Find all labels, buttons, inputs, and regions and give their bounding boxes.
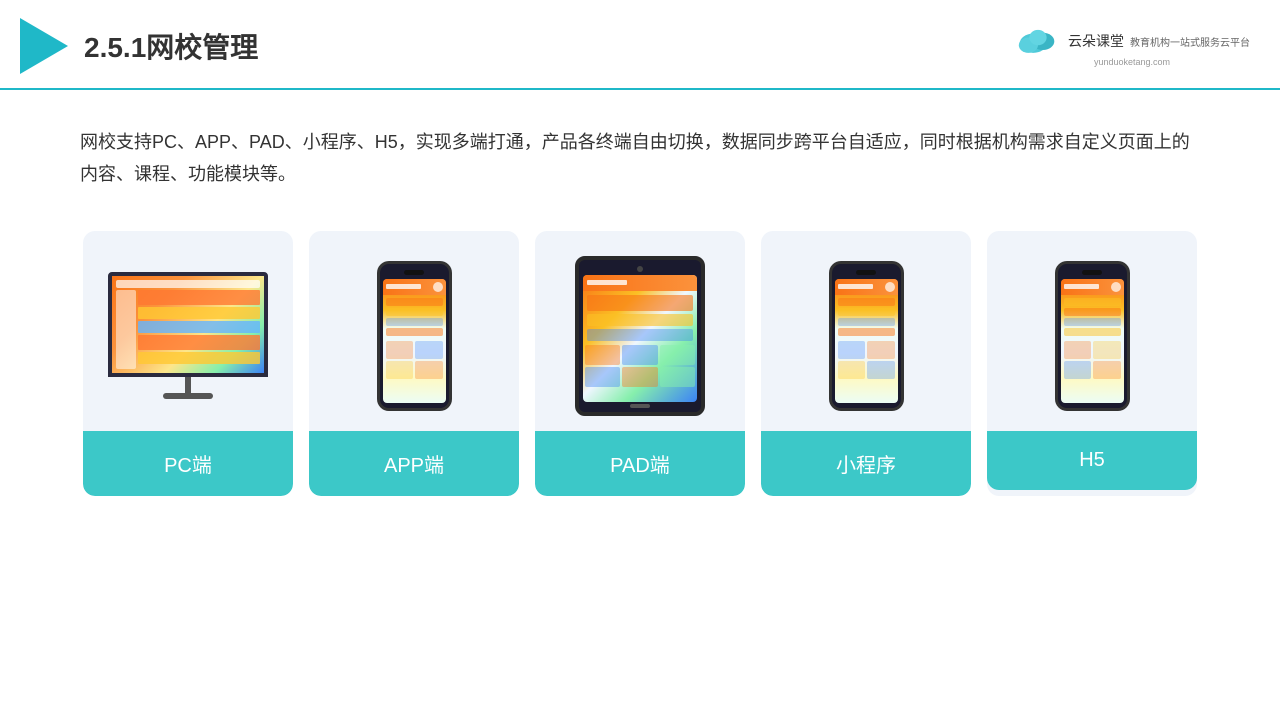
card-h5[interactable]: H5: [987, 231, 1197, 496]
card-app[interactable]: APP端: [309, 231, 519, 496]
cards-container: PC端: [0, 211, 1280, 516]
header: 2.5.1网校管理 云朵课堂 教育机构一站式服务云平台 yunduoketang…: [0, 0, 1280, 90]
brand-url: yunduoketang.com: [1094, 57, 1170, 67]
monitor-mockup: [108, 272, 268, 399]
card-h5-label: H5: [987, 431, 1197, 490]
card-pc-label: PC端: [83, 431, 293, 496]
card-app-label: APP端: [309, 431, 519, 496]
header-left: 2.5.1网校管理: [20, 18, 258, 74]
phone-mockup-h5: [1055, 261, 1130, 411]
card-h5-image: [987, 231, 1197, 431]
phone-mockup-mini: [829, 261, 904, 411]
page-title: 2.5.1网校管理: [84, 26, 258, 66]
card-pad-image: [535, 231, 745, 431]
card-miniprogram-image: [761, 231, 971, 431]
card-miniprogram[interactable]: 小程序: [761, 231, 971, 496]
card-app-image: [309, 231, 519, 431]
cloud-icon: [1014, 26, 1062, 56]
description-text: 网校支持PC、APP、PAD、小程序、H5，实现多端打通，产品各终端自由切换，数…: [0, 90, 1280, 211]
brand-tagline: 教育机构一站式服务云平台: [1130, 34, 1250, 49]
card-miniprogram-label: 小程序: [761, 431, 971, 496]
brand-logo-top: 云朵课堂 教育机构一站式服务云平台: [1014, 26, 1250, 56]
card-pad[interactable]: PAD端: [535, 231, 745, 496]
phone-mockup-app: [377, 261, 452, 411]
card-pad-label: PAD端: [535, 431, 745, 496]
card-pc-image: [83, 231, 293, 431]
brand-logo: 云朵课堂 教育机构一站式服务云平台 yunduoketang.com: [1014, 26, 1250, 67]
card-pc[interactable]: PC端: [83, 231, 293, 496]
tablet-mockup: [575, 256, 705, 416]
brand-name: 云朵课堂: [1068, 31, 1124, 51]
logo-triangle-icon: [20, 18, 68, 74]
